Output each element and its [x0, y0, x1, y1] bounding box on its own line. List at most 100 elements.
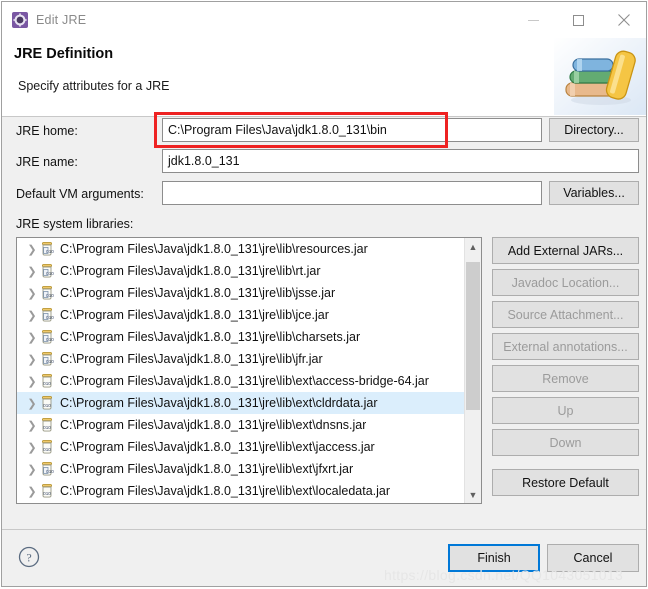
- library-row[interactable]: ❯ 010 C:\Program Files\Java\jdk1.8.0_131\j…: [17, 238, 464, 260]
- dialog-body: JRE home: C:\Program Files\Java\jdk1.8.0…: [2, 112, 646, 529]
- library-row[interactable]: ❯ 010 C:\Program Files\Java\jdk1.8.0_131\j…: [17, 436, 464, 458]
- window-controls: [511, 2, 646, 38]
- jre-gear-icon: [12, 12, 28, 28]
- svg-text:010: 010: [43, 491, 51, 496]
- down-button: Down: [492, 429, 639, 456]
- jar-source-icon: 010: [39, 263, 55, 279]
- chevron-right-icon[interactable]: ❯: [25, 441, 39, 454]
- scrollbar-track[interactable]: [465, 255, 481, 486]
- scroll-up-arrow-icon[interactable]: ▲: [465, 238, 481, 255]
- library-path: C:\Program Files\Java\jdk1.8.0_131\jre\l…: [60, 242, 368, 256]
- library-row[interactable]: ❯ 010 C:\Program Files\Java\jdk1.8.0_131\j…: [17, 348, 464, 370]
- library-row[interactable]: ❯ 010 C:\Program Files\Java\jdk1.8.0_131\j…: [17, 414, 464, 436]
- directory-button[interactable]: Directory...: [549, 118, 639, 142]
- library-path: C:\Program Files\Java\jdk1.8.0_131\jre\l…: [60, 396, 378, 410]
- jre-system-libraries-label: JRE system libraries:: [16, 217, 134, 231]
- library-list-scrollbar[interactable]: ▲ ▼: [464, 238, 481, 503]
- chevron-right-icon[interactable]: ❯: [25, 463, 39, 476]
- chevron-right-icon[interactable]: ❯: [25, 419, 39, 432]
- jre-name-label: JRE name:: [16, 155, 78, 169]
- chevron-right-icon[interactable]: ❯: [25, 397, 39, 410]
- jar-icon: 010: [39, 395, 55, 411]
- chevron-right-icon[interactable]: ❯: [25, 287, 39, 300]
- library-row[interactable]: ❯ 010 C:\Program Files\Java\jdk1.8.0_131\j…: [17, 480, 464, 502]
- books-stack-image: [554, 38, 646, 115]
- chevron-right-icon[interactable]: ❯: [25, 485, 39, 498]
- scrollbar-thumb[interactable]: [466, 262, 480, 410]
- jre-name-input[interactable]: jdk1.8.0_131: [162, 149, 639, 173]
- svg-text:010: 010: [43, 425, 51, 430]
- variables-button[interactable]: Variables...: [549, 181, 639, 205]
- svg-text:010: 010: [46, 337, 54, 342]
- library-path: C:\Program Files\Java\jdk1.8.0_131\jre\l…: [60, 462, 354, 476]
- library-path: C:\Program Files\Java\jdk1.8.0_131\jre\l…: [60, 330, 361, 344]
- svg-text:010: 010: [46, 249, 54, 254]
- title-bar: Edit JRE: [2, 2, 646, 38]
- svg-text:?: ?: [26, 551, 31, 565]
- vm-arguments-input[interactable]: [162, 181, 542, 205]
- window-title: Edit JRE: [36, 13, 87, 27]
- dialog-header: JRE Definition Specify attributes for a …: [2, 38, 646, 117]
- library-path: C:\Program Files\Java\jdk1.8.0_131\jre\l…: [60, 352, 323, 366]
- svg-text:010: 010: [46, 271, 54, 276]
- library-rows-container: ❯ 010 C:\Program Files\Java\jdk1.8.0_131\j…: [17, 238, 464, 503]
- library-path: C:\Program Files\Java\jdk1.8.0_131\jre\l…: [60, 484, 391, 498]
- library-path: C:\Program Files\Java\jdk1.8.0_131\jre\l…: [60, 286, 336, 300]
- scroll-down-arrow-icon[interactable]: ▼: [465, 486, 481, 503]
- cancel-button[interactable]: Cancel: [547, 544, 639, 572]
- remove-button: Remove: [492, 365, 639, 392]
- svg-text:010: 010: [43, 381, 51, 386]
- chevron-right-icon[interactable]: ❯: [25, 375, 39, 388]
- add-external-jars-button[interactable]: Add External JARs...: [492, 237, 639, 264]
- jre-system-libraries-list[interactable]: ❯ 010 C:\Program Files\Java\jdk1.8.0_131\j…: [16, 237, 482, 504]
- restore-default-button[interactable]: Restore Default: [492, 469, 639, 496]
- jar-icon: 010: [39, 483, 55, 499]
- chevron-right-icon[interactable]: ❯: [25, 353, 39, 366]
- library-row[interactable]: ❯ 010 C:\Program Files\Java\jdk1.8.0_131\j…: [17, 458, 464, 480]
- jar-icon: 010: [39, 439, 55, 455]
- chevron-right-icon[interactable]: ❯: [25, 331, 39, 344]
- source-attachment-button: Source Attachment...: [492, 301, 639, 328]
- library-row[interactable]: ❯ 010 C:\Program Files\Java\jdk1.8.0_131\j…: [17, 370, 464, 392]
- chevron-right-icon[interactable]: ❯: [25, 265, 39, 278]
- jar-icon: 010: [39, 417, 55, 433]
- library-path: C:\Program Files\Java\jdk1.8.0_131\jre\l…: [60, 374, 429, 388]
- maximize-icon[interactable]: [556, 2, 601, 38]
- external-annotations-button: External annotations...: [492, 333, 639, 360]
- jar-source-icon: 010: [39, 307, 55, 323]
- svg-text:010: 010: [46, 469, 54, 474]
- chevron-right-icon[interactable]: ❯: [25, 243, 39, 256]
- jar-source-icon: 010: [39, 241, 55, 257]
- javadoc-location-button: Javadoc Location...: [492, 269, 639, 296]
- up-button: Up: [492, 397, 639, 424]
- svg-text:010: 010: [46, 359, 54, 364]
- library-path: C:\Program Files\Java\jdk1.8.0_131\jre\l…: [60, 418, 367, 432]
- help-icon[interactable]: ?: [18, 546, 40, 568]
- minimize-icon[interactable]: [511, 2, 556, 38]
- jar-source-icon: 010: [39, 461, 55, 477]
- library-row[interactable]: ❯ 010 C:\Program Files\Java\jdk1.8.0_131\j…: [17, 392, 464, 414]
- dialog-footer: ? Finish Cancel: [2, 529, 646, 586]
- library-row[interactable]: ❯ 010 C:\Program Files\Java\jdk1.8.0_131\j…: [17, 304, 464, 326]
- vm-arguments-label: Default VM arguments:: [16, 187, 144, 201]
- library-row[interactable]: ❯ 010 C:\Program Files\Java\jdk1.8.0_131\j…: [17, 326, 464, 348]
- page-subtitle: Specify attributes for a JRE: [18, 79, 170, 93]
- chevron-right-icon[interactable]: ❯: [25, 309, 39, 322]
- library-path: C:\Program Files\Java\jdk1.8.0_131\jre\l…: [60, 308, 329, 322]
- jre-home-label: JRE home:: [16, 124, 78, 138]
- library-row[interactable]: ❯ 010 C:\Program Files\Java\jdk1.8.0_131\j…: [17, 260, 464, 282]
- svg-text:010: 010: [46, 293, 54, 298]
- page-title: JRE Definition: [14, 46, 114, 62]
- jre-home-input[interactable]: C:\Program Files\Java\jdk1.8.0_131\bin: [162, 118, 542, 142]
- library-path: C:\Program Files\Java\jdk1.8.0_131\jre\l…: [60, 264, 321, 278]
- svg-text:010: 010: [46, 315, 54, 320]
- jar-source-icon: 010: [39, 285, 55, 301]
- jar-source-icon: 010: [39, 329, 55, 345]
- close-icon[interactable]: [601, 2, 646, 38]
- jar-icon: 010: [39, 373, 55, 389]
- edit-jre-dialog: Edit JRE JRE Definition Specify attribut…: [1, 1, 647, 587]
- finish-button[interactable]: Finish: [448, 544, 540, 572]
- library-row[interactable]: ❯ 010 C:\Program Files\Java\jdk1.8.0_131\j…: [17, 282, 464, 304]
- svg-text:010: 010: [43, 447, 51, 452]
- library-path: C:\Program Files\Java\jdk1.8.0_131\jre\l…: [60, 440, 375, 454]
